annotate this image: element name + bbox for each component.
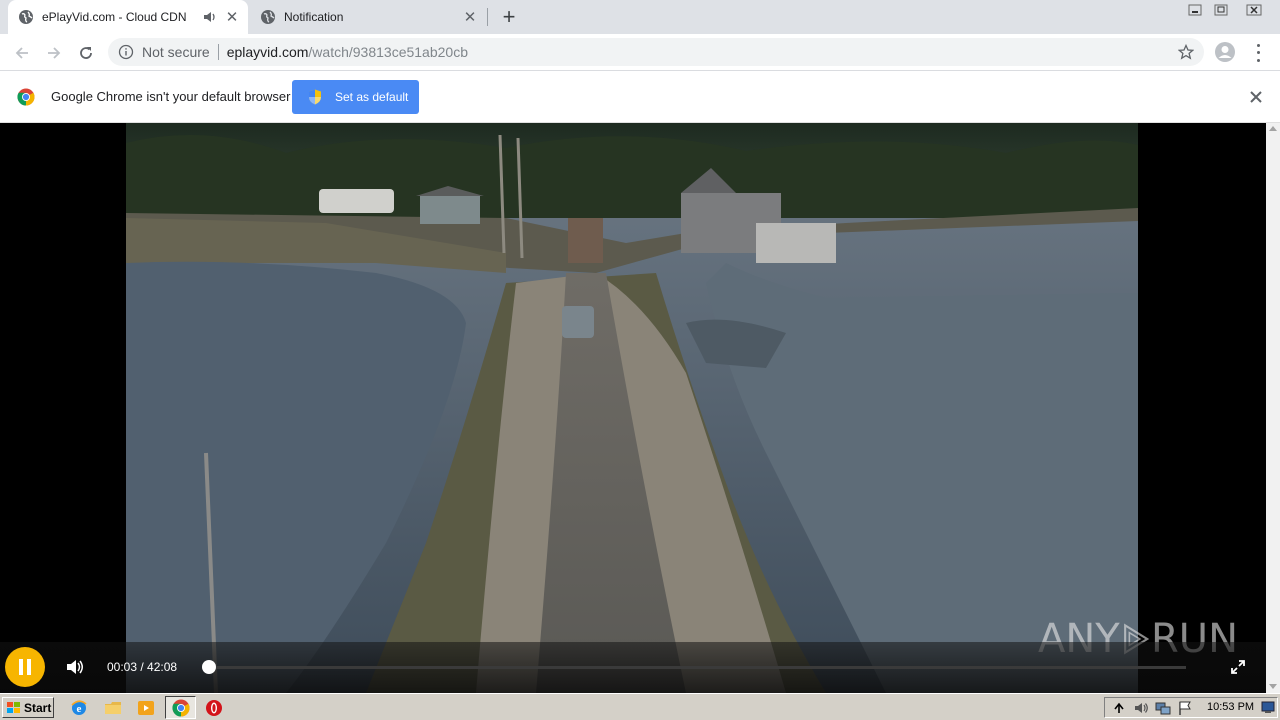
- show-hidden-icons-icon[interactable]: [1111, 700, 1127, 716]
- show-desktop-icon[interactable]: [1261, 700, 1275, 714]
- start-button[interactable]: Start: [2, 697, 54, 718]
- media-player-icon[interactable]: [137, 699, 155, 717]
- action-center-flag-icon[interactable]: [1177, 700, 1193, 716]
- security-label: Not secure: [142, 44, 210, 60]
- seek-bar[interactable]: [202, 660, 1186, 674]
- default-browser-infobar: Google Chrome isn't your default browser…: [0, 71, 1280, 123]
- close-icon: [1246, 4, 1262, 16]
- tab-audio-icon[interactable]: [202, 9, 218, 25]
- forward-arrow-icon: [48, 47, 61, 59]
- chrome-menu-button[interactable]: [1250, 42, 1266, 64]
- svg-text:e: e: [77, 703, 82, 715]
- folder-icon[interactable]: [104, 699, 122, 717]
- restore-button[interactable]: [1208, 0, 1234, 20]
- internet-explorer-icon[interactable]: e: [70, 699, 88, 717]
- speaker-icon[interactable]: [1133, 700, 1149, 716]
- tab-eplayvid[interactable]: ePlayVid.com - Cloud CDN ✕: [8, 0, 248, 34]
- back-arrow-icon: [15, 47, 28, 59]
- time-display: 00:03 / 42:08: [107, 660, 178, 674]
- windows-flag-icon: [7, 701, 20, 713]
- window-close-button[interactable]: [1234, 0, 1274, 20]
- windows-taskbar: Start e 10:53 PM: [0, 693, 1280, 720]
- url-path: /watch/93813ce51ab20cb: [308, 44, 468, 60]
- video-frame[interactable]: [126, 123, 1138, 693]
- address-bar[interactable]: Not secure eplayvid.com/watch/93813ce51a…: [108, 38, 1204, 66]
- minimize-button[interactable]: [1182, 0, 1208, 20]
- infobar-message: Google Chrome isn't your default browser: [51, 89, 291, 104]
- globe-icon: [261, 10, 275, 24]
- video-player[interactable]: ANY RUN 00:03 / 42:08: [0, 123, 1266, 693]
- tab-separator: [487, 8, 488, 26]
- set-as-default-label: Set as default: [335, 90, 409, 104]
- tab-close-icon[interactable]: ✕: [462, 9, 478, 26]
- player-controls: 00:03 / 42:08: [0, 642, 1266, 693]
- chrome-logo-icon: [17, 88, 35, 106]
- scroll-down-icon[interactable]: [1269, 684, 1277, 689]
- page-scrollbar[interactable]: [1266, 123, 1280, 693]
- url-host: eplayvid.com: [226, 44, 309, 60]
- bookmark-star-icon[interactable]: [1178, 44, 1194, 60]
- forward-button[interactable]: [40, 39, 68, 67]
- reload-icon: [80, 47, 92, 59]
- address-separator: [217, 44, 219, 60]
- back-button[interactable]: [8, 39, 36, 67]
- tab-close-icon[interactable]: ✕: [224, 9, 240, 26]
- tab-notification[interactable]: Notification ✕: [250, 0, 486, 34]
- minimize-icon: [1188, 4, 1202, 16]
- seek-handle[interactable]: [202, 660, 217, 674]
- scroll-up-icon[interactable]: [1269, 126, 1277, 131]
- profile-avatar-icon[interactable]: [1214, 41, 1236, 63]
- fullscreen-icon[interactable]: [1230, 659, 1246, 675]
- chrome-icon: [171, 699, 190, 716]
- restore-icon: [1214, 4, 1228, 16]
- system-tray: 10:53 PM: [1104, 697, 1278, 718]
- browser-toolbar: Not secure eplayvid.com/watch/93813ce51a…: [0, 34, 1280, 71]
- network-icon[interactable]: [1155, 700, 1171, 716]
- tab-title: ePlayVid.com - Cloud CDN: [42, 10, 187, 24]
- start-label: Start: [24, 700, 52, 715]
- infobar-close-icon[interactable]: [1248, 89, 1264, 105]
- opera-icon[interactable]: [205, 699, 223, 717]
- taskbar-chrome-item[interactable]: [165, 696, 196, 719]
- set-as-default-button[interactable]: Set as default: [292, 80, 419, 114]
- tab-title: Notification: [284, 10, 344, 24]
- reload-button[interactable]: [72, 39, 100, 67]
- tab-strip: ePlayVid.com - Cloud CDN ✕ Notification …: [0, 0, 1280, 34]
- new-tab-button[interactable]: +: [498, 4, 520, 29]
- info-icon[interactable]: [118, 44, 134, 60]
- globe-icon: [19, 10, 33, 24]
- pause-button[interactable]: [5, 647, 45, 687]
- uac-shield-icon: [309, 89, 321, 105]
- volume-icon[interactable]: [66, 659, 84, 675]
- taskbar-clock: 10:53 PM: [1207, 701, 1255, 713]
